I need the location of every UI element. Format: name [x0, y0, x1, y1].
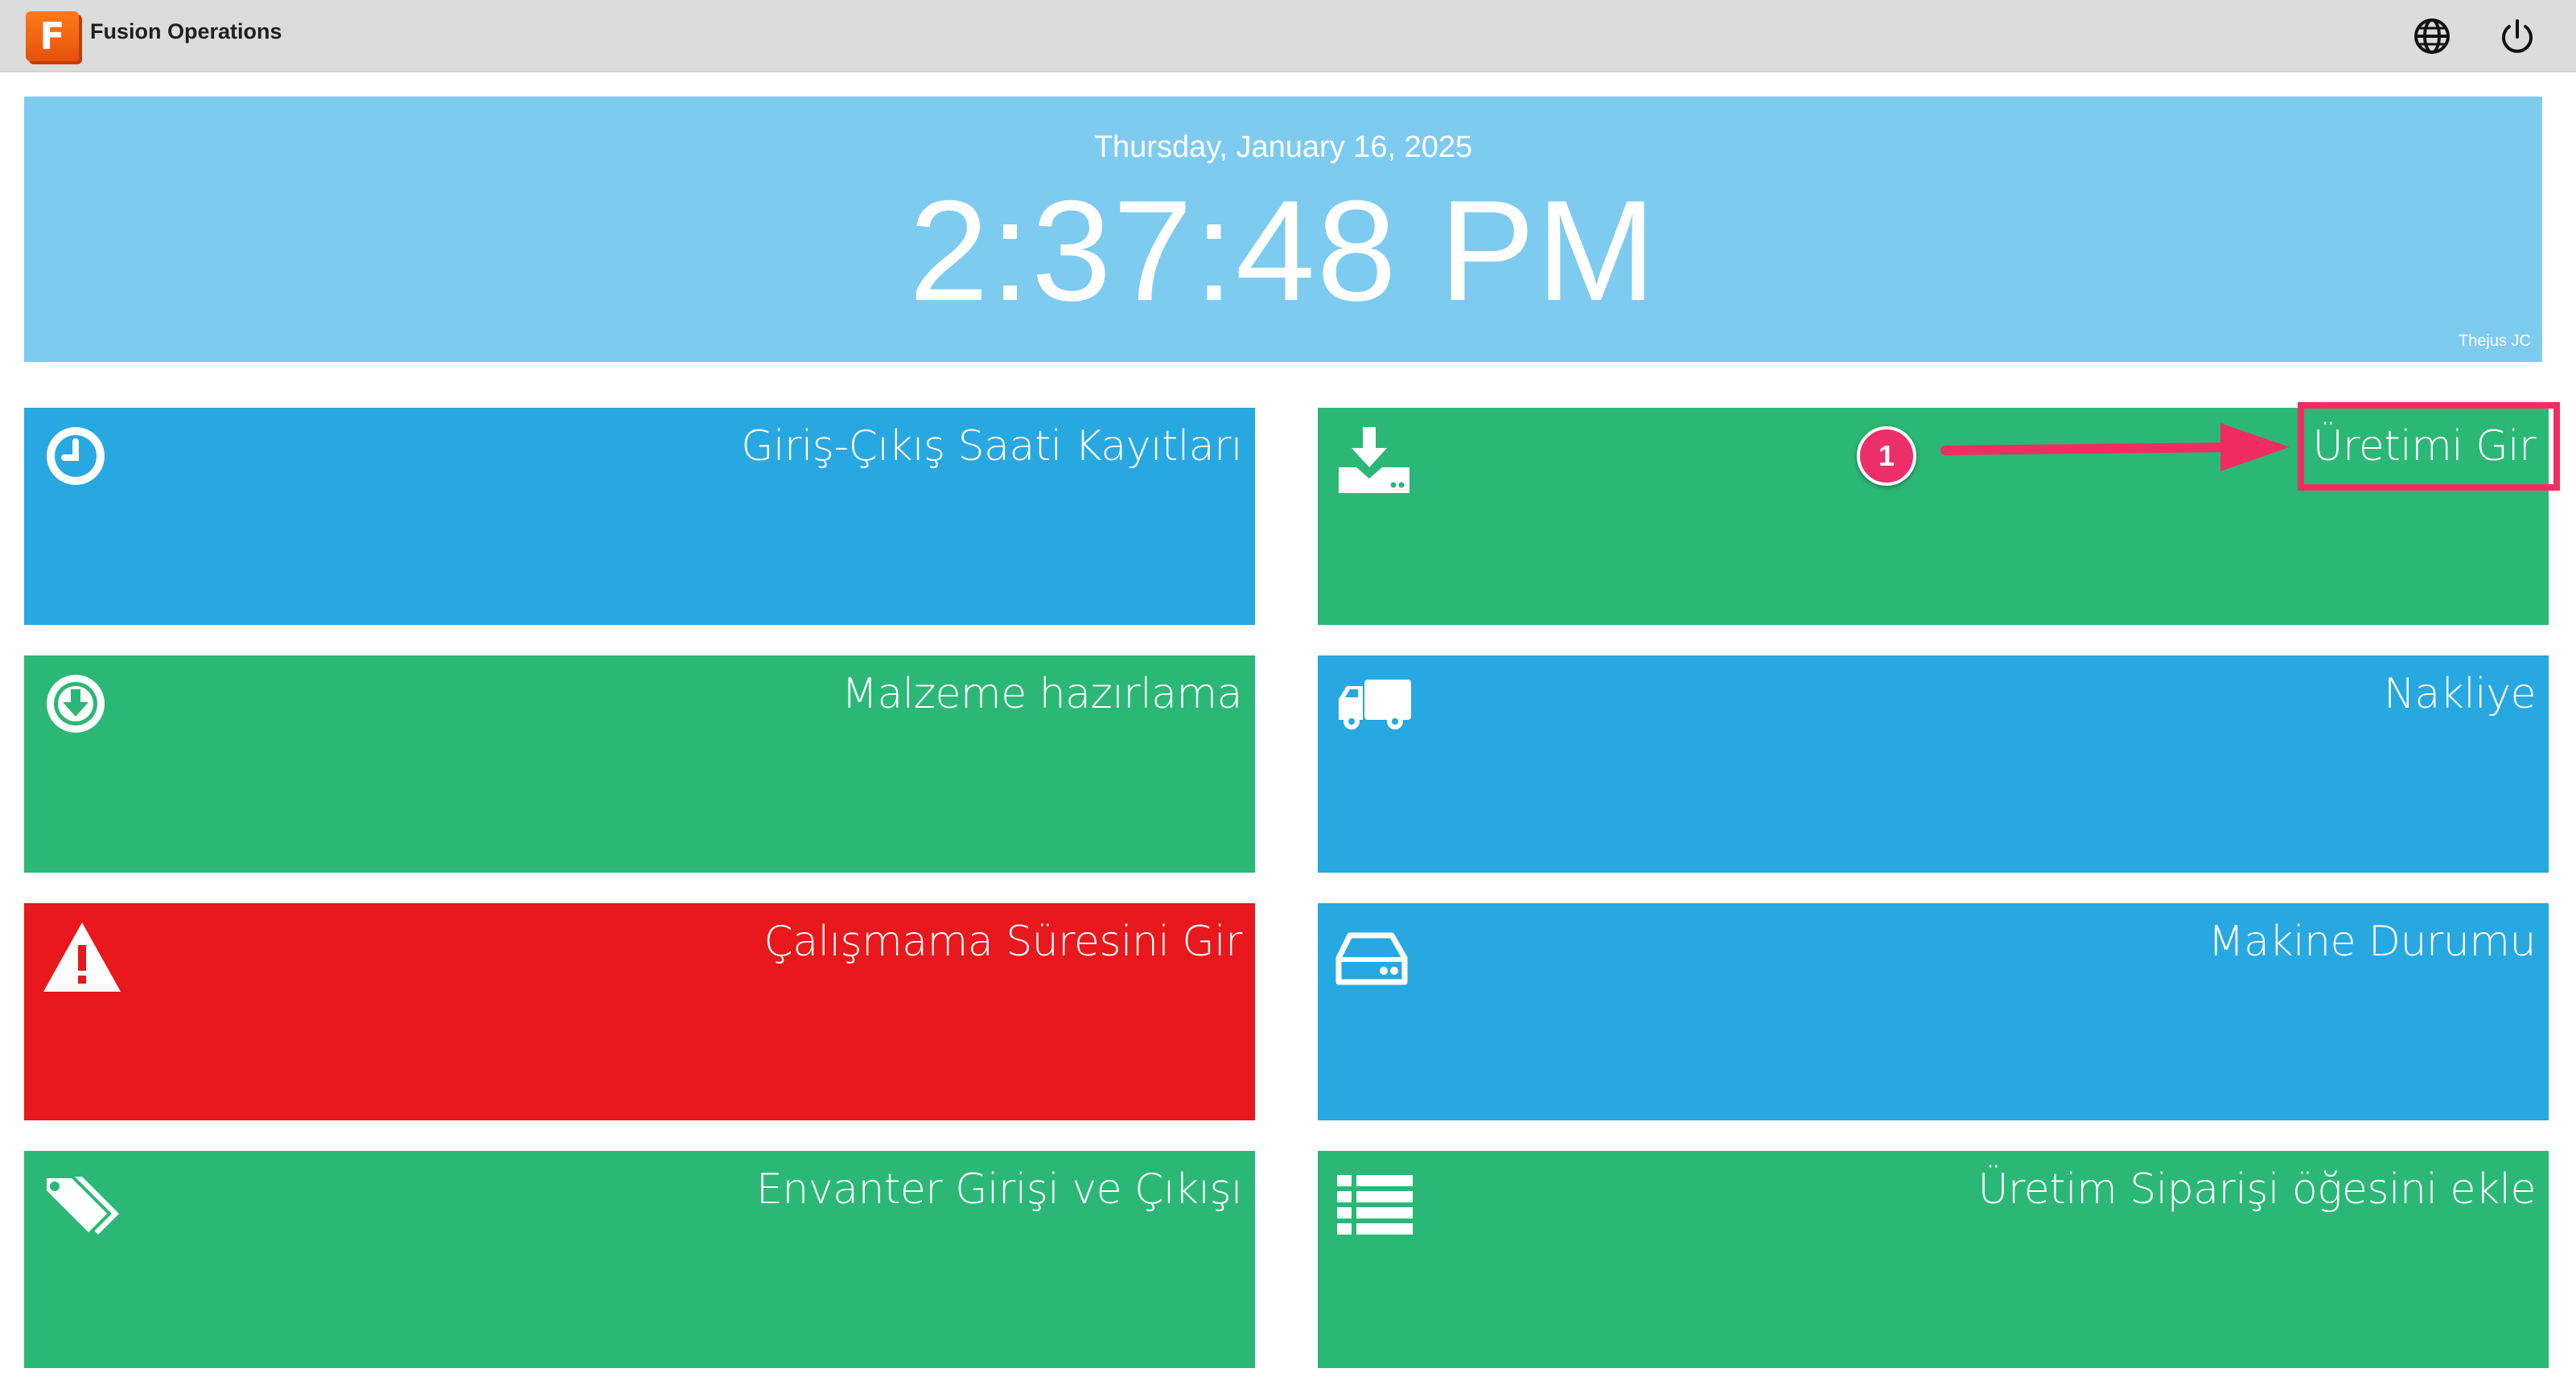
download-tray-icon — [1339, 427, 1409, 493]
tile-label: Nakliye — [2383, 670, 2537, 718]
list-icon — [1337, 1175, 1413, 1235]
tile-label: Üretim Siparişi öğesini ekle — [1977, 1165, 2536, 1214]
clock-date: Thursday, January 16, 2025 — [1093, 130, 1473, 164]
app-title: Fusion Operations — [90, 19, 282, 43]
truck-icon — [1339, 680, 1411, 729]
tile-add-work-order-item[interactable]: Üretim Siparişi öğesini ekle — [1318, 1151, 2549, 1368]
tile-label: Malzeme hazırlama — [842, 670, 1242, 718]
tile-enter-downtime[interactable]: Çalışmama Süresini Gir — [24, 903, 1255, 1120]
tile-machine-status[interactable]: Makine Durumu — [1318, 903, 2549, 1120]
tile-label: Envanter Girişi ve Çıkışı — [756, 1165, 1242, 1214]
hard-drive-icon — [1335, 932, 1408, 985]
tags-icon — [43, 1175, 119, 1237]
tile-material-preparation[interactable]: Malzeme hazırlama — [24, 655, 1255, 873]
highlight-box — [2298, 402, 2560, 491]
tile-clock-in-out[interactable]: Giriş-Çıkış Saati Kayıtları — [24, 408, 1255, 625]
app-logo: F — [26, 11, 79, 61]
globe-icon[interactable] — [2410, 14, 2454, 58]
clock-icon — [47, 427, 105, 485]
tile-label: Giriş-Çıkış Saati Kayıtları — [741, 422, 1242, 470]
tile-label: Çalışmama Süresini Gir — [763, 918, 1242, 966]
clock-panel: Thursday, January 16, 2025 2:37:48 PM Th… — [24, 97, 2542, 362]
warning-icon — [43, 923, 121, 992]
tile-label: Makine Durumu — [2208, 918, 2537, 966]
user-name: Thejus JC — [2458, 332, 2531, 350]
tile-inventory-in-out[interactable]: Envanter Girişi ve Çıkışı — [24, 1151, 1255, 1368]
clock-time: 2:37:48 PM — [908, 171, 1658, 331]
power-icon[interactable] — [2496, 14, 2539, 58]
top-bar: F Fusion Operations — [0, 0, 2576, 72]
arrow-down-circle-icon — [47, 675, 105, 733]
tile-shipping[interactable]: Nakliye — [1318, 655, 2549, 873]
arrow-right-icon — [1940, 423, 2290, 471]
step-badge: 1 — [1857, 426, 1916, 486]
